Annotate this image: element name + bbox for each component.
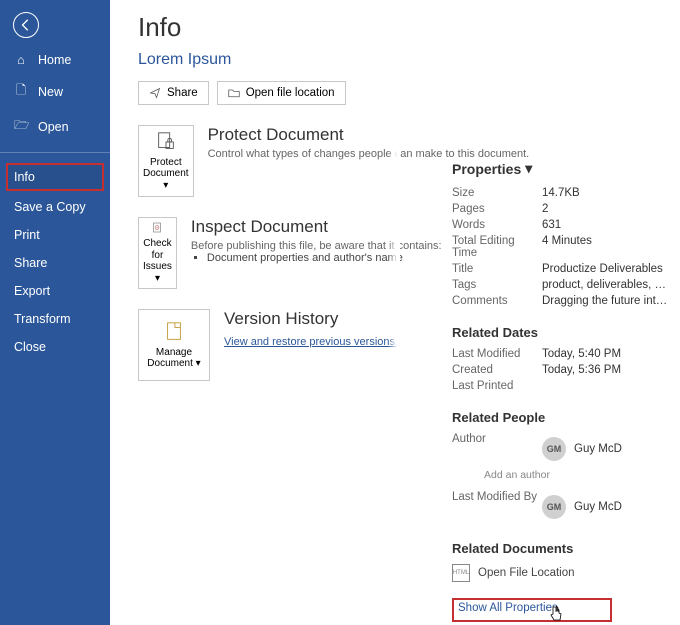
author-row: Author GM Guy McD xyxy=(452,433,670,465)
sidebar-item-home[interactable]: ⌂ Home xyxy=(0,46,110,74)
date-created: CreatedToday, 5:36 PM xyxy=(452,364,670,376)
sidebar-item-save-copy[interactable]: Save a Copy xyxy=(0,193,110,221)
main-area: Info Lorem Ipsum Share Open file locatio… xyxy=(110,0,680,625)
date-last-printed: Last Printed xyxy=(452,380,670,392)
section-title: Protect Document xyxy=(208,125,530,145)
protect-section: Protect Document ▾ Protect Document Cont… xyxy=(138,125,399,197)
version-history-link[interactable]: View and restore previous versions. xyxy=(224,336,398,348)
sidebar-item-open[interactable]: 🗁 Open xyxy=(0,109,110,144)
nav-label: Save a Copy xyxy=(14,200,86,214)
share-icon xyxy=(149,87,161,99)
sidebar-item-transform[interactable]: Transform xyxy=(0,305,110,333)
share-button[interactable]: Share xyxy=(138,81,209,105)
action-buttons: Share Open file location xyxy=(138,81,399,105)
back-button[interactable] xyxy=(13,12,39,38)
folder-icon xyxy=(228,87,240,99)
manage-document-icon xyxy=(163,321,185,343)
avatar: GM xyxy=(542,495,566,519)
show-all-properties-link[interactable]: Show All Properties xyxy=(452,598,612,622)
btn-label: Open file location xyxy=(246,87,335,99)
nav-label: Info xyxy=(14,170,35,184)
related-dates-header: Related Dates xyxy=(452,325,670,340)
folder-open-icon: 🗁 xyxy=(14,116,28,137)
related-documents-header: Related Documents xyxy=(452,541,670,556)
inspect-document-icon xyxy=(146,222,168,234)
nav-separator xyxy=(0,152,110,153)
sidebar-item-info[interactable]: Info xyxy=(6,163,104,191)
prop-pages: Pages2 xyxy=(452,203,670,215)
last-modified-by-label: Last Modified By xyxy=(452,491,542,523)
inspect-bullet: Document properties and author's name xyxy=(207,252,442,264)
sidebar-item-share[interactable]: Share xyxy=(0,249,110,277)
sidebar-item-new[interactable]: 🗋 New xyxy=(0,74,110,109)
section-desc: Before publishing this file, be aware th… xyxy=(191,240,442,252)
nav-label: Export xyxy=(14,284,50,298)
prop-comments[interactable]: CommentsDragging the future into n... xyxy=(452,295,670,307)
check-for-issues-tile[interactable]: Check for Issues ▾ xyxy=(138,217,177,289)
new-doc-icon: 🗋 xyxy=(14,81,28,102)
home-icon: ⌂ xyxy=(14,53,28,67)
nav-label: Home xyxy=(38,53,71,67)
html-file-icon: HTML xyxy=(452,564,470,582)
back-arrow-icon xyxy=(19,18,33,32)
related-people-header: Related People xyxy=(452,410,670,425)
nav-label: Transform xyxy=(14,312,71,326)
open-file-location-label: Open File Location xyxy=(478,567,575,579)
btn-label: Share xyxy=(167,87,198,99)
section-title: Version History xyxy=(224,309,399,329)
add-author-field[interactable]: Add an author xyxy=(484,469,670,481)
properties-column: Properties▾ Size14.7KB Pages2 Words631 T… xyxy=(400,0,680,625)
document-name: Lorem Ipsum xyxy=(138,51,399,69)
hand-cursor-icon xyxy=(548,606,564,622)
section-title: Inspect Document xyxy=(191,217,442,237)
sidebar-item-close[interactable]: Close xyxy=(0,333,110,361)
date-last-modified: Last ModifiedToday, 5:40 PM xyxy=(452,348,670,360)
open-file-location-button[interactable]: Open file location xyxy=(217,81,346,105)
nav-label: Close xyxy=(14,340,46,354)
tile-label: Check for Issues ▾ xyxy=(143,238,172,284)
open-file-location-link[interactable]: HTML Open File Location xyxy=(452,564,670,582)
author-name: Guy McD xyxy=(574,443,622,455)
info-column: Info Lorem Ipsum Share Open file locatio… xyxy=(110,0,400,625)
nav-label: Share xyxy=(14,256,47,270)
prop-tags[interactable]: Tagsproduct, deliverables, opti... xyxy=(452,279,670,291)
sidebar-item-export[interactable]: Export xyxy=(0,277,110,305)
nav-label: New xyxy=(38,85,63,99)
protect-document-tile[interactable]: Protect Document ▾ xyxy=(138,125,194,197)
prop-title[interactable]: TitleProductize Deliverables xyxy=(452,263,670,275)
version-section: Manage Document ▾ Version History View a… xyxy=(138,309,399,381)
page-title: Info xyxy=(138,12,399,43)
author-label: Author xyxy=(452,433,542,465)
lock-document-icon xyxy=(155,131,177,153)
prop-edit-time: Total Editing Time4 Minutes xyxy=(452,235,670,259)
inspect-section: Check for Issues ▾ Inspect Document Befo… xyxy=(138,217,399,289)
nav-label: Print xyxy=(14,228,40,242)
avatar: GM xyxy=(542,437,566,461)
section-desc: Control what types of changes people can… xyxy=(208,148,530,160)
backstage-sidebar: ⌂ Home 🗋 New 🗁 Open Info Save a Copy Pri… xyxy=(0,0,110,625)
nav-label: Open xyxy=(38,120,69,134)
sidebar-item-print[interactable]: Print xyxy=(0,221,110,249)
tile-label: Protect Document ▾ xyxy=(143,157,189,192)
tile-label: Manage Document ▾ xyxy=(143,347,205,370)
manage-document-tile[interactable]: Manage Document ▾ xyxy=(138,309,210,381)
last-modified-by-row: Last Modified By GM Guy McD xyxy=(452,491,670,523)
modified-by-name: Guy McD xyxy=(574,501,622,513)
prop-words: Words631 xyxy=(452,219,670,231)
